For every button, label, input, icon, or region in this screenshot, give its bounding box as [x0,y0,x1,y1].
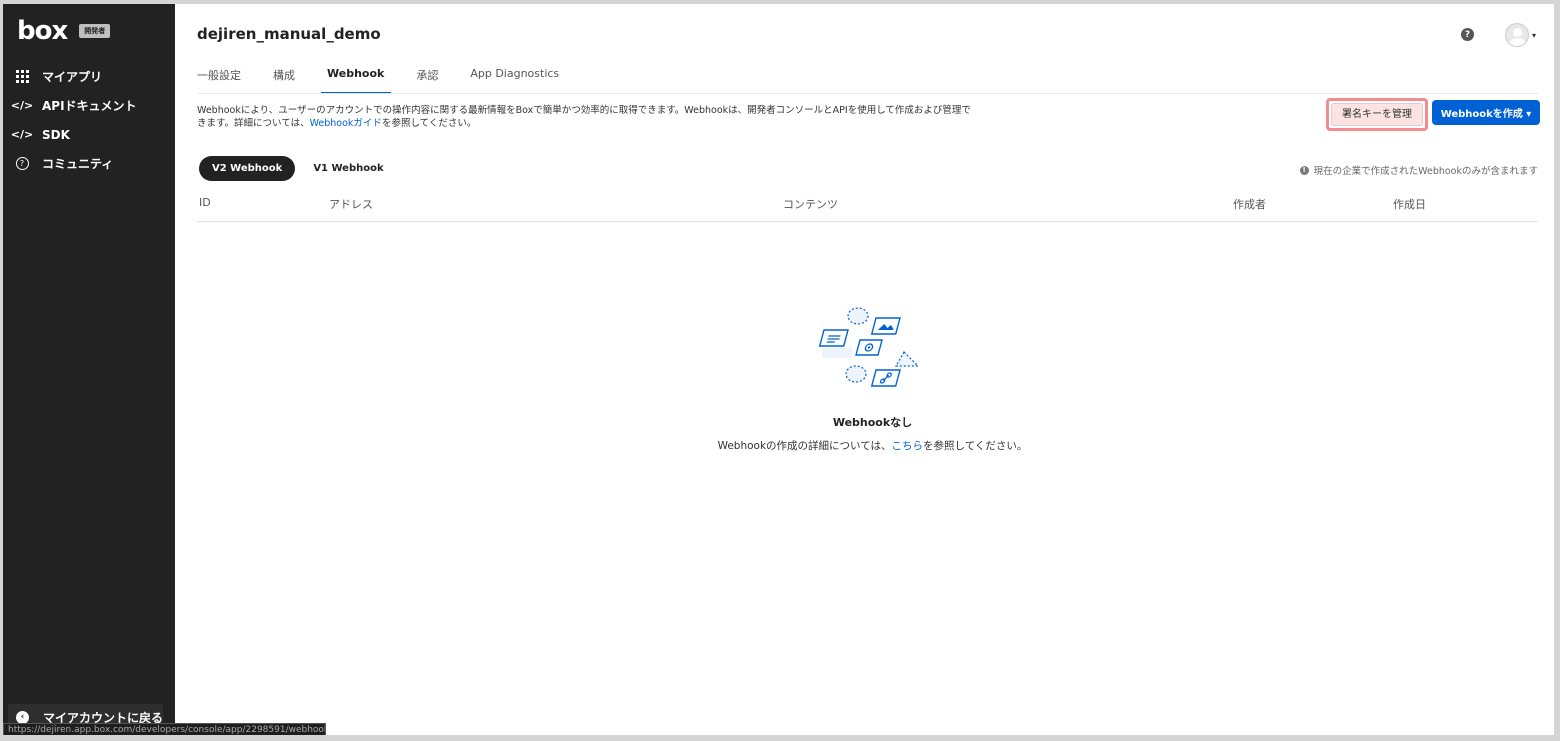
help-icon[interactable]: ? [1461,28,1474,41]
tab-general-settings[interactable]: 一般設定 [197,67,241,94]
chevron-left-icon: ‹ [16,710,29,724]
code-icon: </> [10,128,34,141]
tab-app-diagnostics[interactable]: App Diagnostics [470,67,559,94]
webhook-guide-link[interactable]: Webhookガイド [310,118,382,129]
developer-badge: 開発者 [79,24,111,38]
sidebar-item-sdk[interactable]: </> SDK [3,120,175,149]
empty-webhook-illustration-icon [818,307,919,387]
enterprise-note: ! 現在の企業で作成されたWebhookのみが含まれます [1299,163,1538,177]
empty-state: Webhookなし Webhookの作成の詳細については、こちらを参照してくださ… [175,304,1554,453]
empty-desc-text: Webhookの作成の詳細については、 [717,440,892,452]
tab-bar: 一般設定 構成 Webhook 承認 App Diagnostics [197,67,591,94]
description-text: きます。詳細については、 [197,118,310,129]
v1-webhook-button[interactable]: V1 Webhook [300,156,396,181]
column-header-content[interactable]: コンテンツ [783,196,838,212]
code-icon: </> [10,99,34,112]
page-title: dejiren_manual_demo [197,25,381,43]
avatar[interactable] [1505,23,1529,47]
sidebar-item-label: APIドキュメント [42,99,137,113]
webhook-description: Webhookにより、ユーザーのアカウントでの操作内容に関する最新情報をBoxで… [197,104,1017,130]
chevron-down-icon[interactable]: ▾ [1532,31,1536,40]
manage-keys-label: 署名キーを管理 [1331,103,1423,126]
sidebar: box 開発者 マイアプリ </> APIドキュメント </> SDK ? コミ… [3,4,175,735]
create-webhook-button[interactable]: Webhookを作成 ▾ [1432,100,1540,125]
sidebar-item-my-apps[interactable]: マイアプリ [3,62,175,91]
grid-icon [14,69,30,85]
tab-divider [197,93,1538,94]
manage-signature-keys-button[interactable]: 署名キーを管理 [1326,98,1428,131]
help-circle-glyph: ? [15,157,29,170]
empty-state-description: Webhookの作成の詳細については、こちらを参照してください。 [175,438,1554,453]
description-text: を参照してください。 [381,118,477,129]
here-link[interactable]: こちら [892,440,924,452]
logo-row: box 開発者 [17,18,111,44]
app-frame: box 開発者 マイアプリ </> APIドキュメント </> SDK ? コミ… [3,4,1554,735]
help-circle-icon: ? [14,156,30,172]
sidebar-item-community[interactable]: ? コミュニティ [3,149,175,178]
column-header-created-date[interactable]: 作成日 [1393,196,1426,212]
column-header-id[interactable]: ID [199,196,211,209]
column-header-created-by[interactable]: 作成者 [1233,196,1266,212]
sidebar-item-api-docs[interactable]: </> APIドキュメント [3,91,175,120]
sidebar-item-label: マイアプリ [42,70,103,84]
column-header-address[interactable]: アドレス [329,196,373,212]
tab-webhook[interactable]: Webhook [320,67,392,94]
sidebar-nav: マイアプリ </> APIドキュメント </> SDK ? コミュニティ [3,62,175,178]
empty-desc-text: を参照してください。 [923,440,1028,452]
tab-configuration[interactable]: 構成 [273,67,295,94]
note-text: 現在の企業で作成されたWebhookのみが含まれます [1313,166,1538,177]
sidebar-item-label: コミュニティ [42,157,114,171]
box-logo[interactable]: box [17,18,68,44]
description-text: Webhookにより、ユーザーのアカウントでの操作内容に関する最新情報をBoxで… [197,105,971,116]
status-bar-url: https://dejiren.app.box.com/developers/c… [3,723,326,735]
empty-state-title: Webhookなし [832,416,913,429]
v2-webhook-button[interactable]: V2 Webhook [199,156,296,181]
info-icon: ! [1299,165,1309,175]
tab-authorization[interactable]: 承認 [416,67,438,94]
table-header: ID アドレス コンテンツ 作成者 作成日 [197,196,1538,222]
sidebar-item-label: SDK [42,127,70,142]
webhook-version-toggle: V2 Webhook V1 Webhook [199,156,397,181]
main-content: dejiren_manual_demo ? ▾ 一般設定 構成 Webhook … [175,4,1554,735]
